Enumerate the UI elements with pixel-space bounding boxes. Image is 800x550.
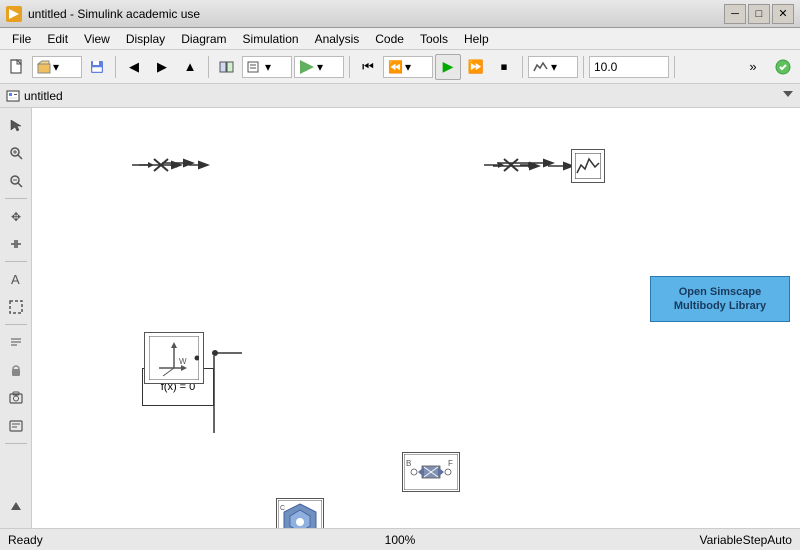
menu-view[interactable]: View bbox=[76, 28, 118, 49]
breadcrumb-expand-icon[interactable] bbox=[782, 88, 794, 100]
lt-sep-2 bbox=[5, 261, 27, 262]
more-button[interactable]: » bbox=[740, 54, 766, 80]
rigid-body-transform-block[interactable]: C bbox=[276, 498, 324, 528]
separator-1 bbox=[115, 56, 116, 78]
screenshot-tool[interactable] bbox=[3, 385, 29, 411]
menu-analysis[interactable]: Analysis bbox=[307, 28, 368, 49]
maximize-button[interactable]: □ bbox=[748, 4, 770, 24]
mux-symbol-right bbox=[484, 152, 532, 178]
menu-help[interactable]: Help bbox=[456, 28, 497, 49]
lt-sep-1 bbox=[5, 198, 27, 199]
area-tool[interactable] bbox=[3, 294, 29, 320]
menu-file[interactable]: File bbox=[4, 28, 39, 49]
status-ready: Ready bbox=[8, 533, 269, 547]
statusbar: Ready 100% VariableStepAuto bbox=[0, 528, 800, 550]
simulink-icon bbox=[6, 6, 22, 22]
lt-sep-4 bbox=[5, 443, 27, 444]
pan-tool[interactable]: ✥ bbox=[3, 203, 29, 229]
menubar: File Edit View Display Diagram Simulatio… bbox=[0, 28, 800, 50]
property-tool[interactable] bbox=[3, 413, 29, 439]
status-zoom: 100% bbox=[269, 533, 530, 547]
separator-4 bbox=[522, 56, 523, 78]
restart-button[interactable]: ⏮ bbox=[355, 54, 381, 80]
zoom-dropdown[interactable]: ▾ bbox=[242, 56, 292, 78]
separator-6 bbox=[674, 56, 675, 78]
menu-edit[interactable]: Edit bbox=[39, 28, 76, 49]
svg-text:✥: ✥ bbox=[11, 210, 21, 223]
annotation-tool[interactable]: A bbox=[3, 266, 29, 292]
open-simscape-button[interactable]: Open Simscape Multibody Library bbox=[650, 276, 790, 322]
library-button[interactable] bbox=[214, 54, 240, 80]
breadcrumb-model[interactable]: untitled bbox=[24, 89, 63, 103]
canvas[interactable]: Open Simscape Multibody Library f(x) = 0… bbox=[32, 108, 800, 528]
select-tool[interactable] bbox=[3, 112, 29, 138]
menu-simulation[interactable]: Simulation bbox=[235, 28, 307, 49]
zoom-in-tool[interactable] bbox=[3, 140, 29, 166]
lock-tool[interactable] bbox=[3, 357, 29, 383]
menu-tools[interactable]: Tools bbox=[412, 28, 456, 49]
toolbar: ▾ ◀ ▶ ▲ ▾ ▾ ⏮ ⏪▾ ▶ ⏩ ⏹ ▾ » bbox=[0, 50, 800, 84]
rigid-body-joint-block[interactable]: B F bbox=[402, 452, 460, 492]
menu-diagram[interactable]: Diagram bbox=[173, 28, 234, 49]
forward-button[interactable]: ▶ bbox=[149, 54, 175, 80]
separator-5 bbox=[583, 56, 584, 78]
titlebar: untitled - Simulink academic use ─ □ ✕ bbox=[0, 0, 800, 28]
data-inspector-dropdown[interactable]: ▾ bbox=[528, 56, 578, 78]
window-controls[interactable]: ─ □ ✕ bbox=[724, 4, 794, 24]
separator-3 bbox=[349, 56, 350, 78]
status-indicator bbox=[770, 54, 796, 80]
mux-symbol-left bbox=[132, 152, 180, 178]
route-tool[interactable] bbox=[3, 231, 29, 257]
lt-expand-button[interactable] bbox=[3, 494, 29, 520]
close-button[interactable]: ✕ bbox=[772, 4, 794, 24]
port-label-tool[interactable] bbox=[3, 329, 29, 355]
lt-sep-3 bbox=[5, 324, 27, 325]
breadcrumb-bar: untitled bbox=[0, 84, 800, 108]
world-frame-block[interactable]: W bbox=[144, 332, 204, 384]
step-back-dropdown[interactable]: ⏪▾ bbox=[383, 56, 433, 78]
save-button[interactable] bbox=[84, 54, 110, 80]
zoom-out-tool[interactable] bbox=[3, 168, 29, 194]
status-solver: VariableStepAuto bbox=[531, 533, 792, 547]
main-area: ✥ A bbox=[0, 108, 800, 528]
minimize-button[interactable]: ─ bbox=[724, 4, 746, 24]
svg-text:B: B bbox=[406, 459, 411, 468]
svg-text:F: F bbox=[448, 459, 453, 468]
stop-button[interactable]: ⏹ bbox=[491, 54, 517, 80]
svg-text:C: C bbox=[280, 505, 285, 512]
fit-dropdown[interactable]: ▾ bbox=[294, 56, 344, 78]
new-button[interactable] bbox=[4, 54, 30, 80]
menu-display[interactable]: Display bbox=[118, 28, 173, 49]
menu-code[interactable]: Code bbox=[367, 28, 412, 49]
scope-block[interactable] bbox=[571, 149, 605, 183]
model-icon bbox=[6, 89, 20, 103]
up-button[interactable]: ▲ bbox=[177, 54, 203, 80]
sim-time-input[interactable] bbox=[589, 56, 669, 78]
separator-2 bbox=[208, 56, 209, 78]
window-title: untitled - Simulink academic use bbox=[28, 7, 718, 21]
svg-text:A: A bbox=[11, 272, 20, 286]
left-toolbar: ✥ A bbox=[0, 108, 32, 528]
step-forward-button[interactable]: ⏩ bbox=[463, 54, 489, 80]
open-dropdown[interactable]: ▾ bbox=[32, 56, 82, 78]
svg-text:W: W bbox=[179, 357, 187, 366]
run-button[interactable]: ▶ bbox=[435, 54, 461, 80]
back-button[interactable]: ◀ bbox=[121, 54, 147, 80]
